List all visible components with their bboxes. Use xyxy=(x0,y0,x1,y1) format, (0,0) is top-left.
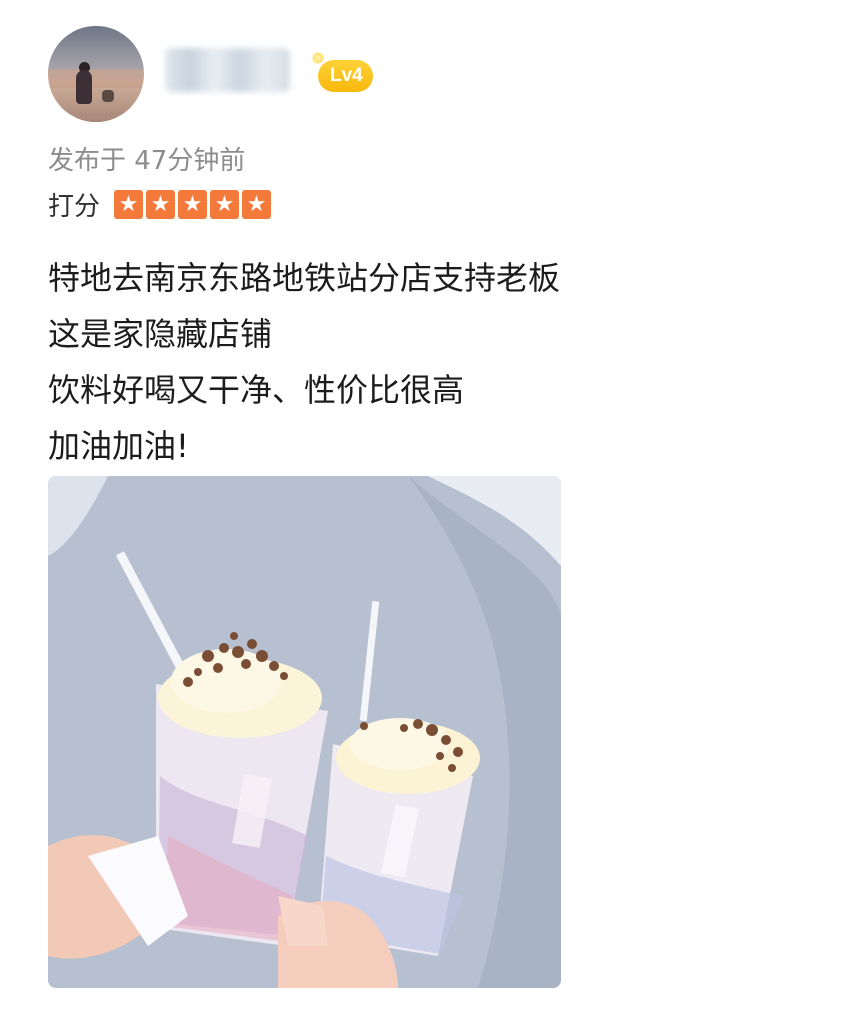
review-text: 特地去南京东路地铁站分店支持老板 这是家隐藏店铺 饮料好喝又干净、性价比很高 加… xyxy=(48,250,560,474)
avatar-person xyxy=(76,70,92,104)
post-time: 发布于 47分钟前 xyxy=(48,146,246,176)
review-line: 饮料好喝又干净、性价比很高 xyxy=(48,371,465,409)
review-line: 加油加油! xyxy=(48,427,189,465)
review-photo[interactable] xyxy=(48,476,561,988)
rating-label: 打分 xyxy=(48,192,101,222)
star-icon: ★ xyxy=(146,190,176,219)
avatar-ground xyxy=(48,88,144,122)
avatar[interactable] xyxy=(48,26,144,122)
rating-row: 打分 ★ ★ ★ ★ ★ xyxy=(48,186,272,223)
username-blurred[interactable] xyxy=(165,48,290,92)
avatar-sky xyxy=(48,26,144,70)
review-line: 这是家隐藏店铺 xyxy=(48,315,273,353)
star-icon: ★ xyxy=(242,190,272,219)
star-icon: ★ xyxy=(210,190,240,219)
rating-stars: ★ ★ ★ ★ ★ xyxy=(114,190,272,219)
star-icon: ★ xyxy=(178,190,208,219)
review-line: 特地去南京东路地铁站分店支持老板 xyxy=(48,259,561,297)
photo-milkshakes-illustration xyxy=(48,476,561,988)
avatar-dog xyxy=(102,90,114,102)
star-icon: ★ xyxy=(114,190,144,219)
level-badge: Lv4 xyxy=(312,52,373,92)
